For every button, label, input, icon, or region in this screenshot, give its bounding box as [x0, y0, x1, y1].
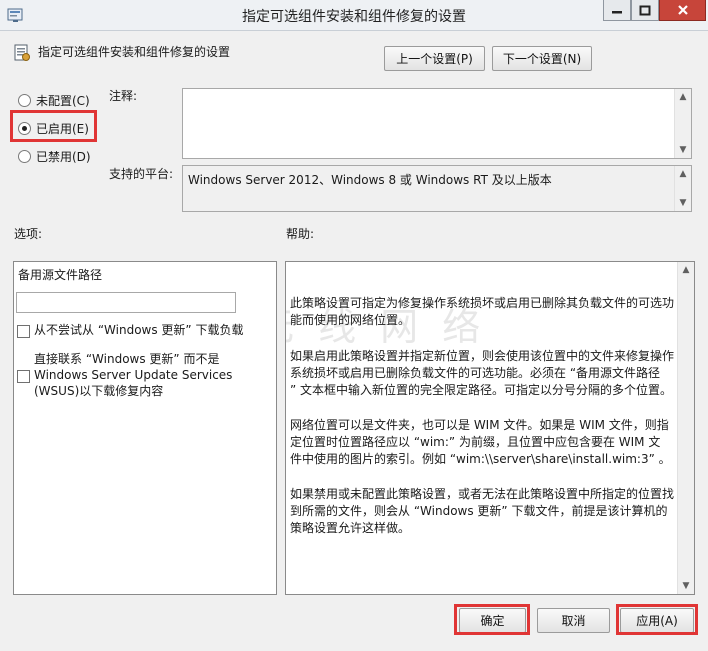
maximize-button[interactable] [631, 0, 659, 21]
radio-disabled[interactable]: 已禁用(D) [18, 148, 91, 165]
help-line: 网络位置可以是文件夹，也可以是 WIM 文件。如果是 WIM 文件，则指 [290, 418, 669, 432]
scroll-up-icon[interactable]: ▲ [675, 89, 691, 105]
radio-not-configured[interactable]: 未配置(C) [18, 92, 90, 109]
help-paragraph-1: 此策略设置可指定为修复操作系统损坏或启用已删除其负载文件的可选功 能而使用的网络… [290, 295, 675, 329]
scroll-down-icon[interactable]: ▼ [675, 142, 691, 158]
alternate-path-label: 备用源文件路径 [18, 268, 103, 282]
scroll-down-icon[interactable]: ▼ [678, 578, 694, 594]
cancel-button[interactable]: 取消 [537, 608, 610, 633]
minimize-icon [612, 11, 622, 14]
contact-wu-checkbox[interactable] [17, 370, 30, 383]
radio-label: 已禁用(D) [36, 150, 91, 164]
scroll-up-icon[interactable]: ▲ [675, 166, 691, 182]
comment-scrollbar[interactable]: ▲ ▼ [674, 89, 691, 158]
help-line: 定位置时位置路径应以 “wim:” 为前缀，且位置中应包含要在 WIM 文 [290, 435, 661, 449]
options-panel: 备用源文件路径 从不尝试从 “Windows 更新” 下载负载 直接联系 “Wi… [13, 261, 277, 595]
help-line: 此策略设置可指定为修复操作系统损坏或启用已删除其负载文件的可选功 [290, 296, 675, 310]
help-line: ” 文本框中输入新位置的完全限定路径。可指定以分号分隔的多个位置。 [290, 383, 673, 397]
help-paragraph-4: 如果禁用或未配置此策略设置，或者无法在此策略设置中所指定的位置找 到所需的文件，… [290, 486, 675, 537]
close-button[interactable] [659, 0, 706, 21]
scroll-down-icon[interactable]: ▼ [675, 195, 691, 211]
enabled-highlight-box [10, 110, 97, 142]
help-scrollbar[interactable]: ▲ ▼ [677, 262, 694, 594]
setting-icon [14, 44, 30, 61]
minimize-button[interactable] [603, 0, 631, 21]
radio-label: 未配置(C) [36, 94, 90, 108]
next-setting-button[interactable]: 下一个设置(N) [492, 46, 592, 71]
platform-label: 支持的平台: [109, 167, 174, 181]
help-line: 如果禁用或未配置此策略设置，或者无法在此策略设置中所指定的位置找 [290, 487, 675, 501]
contact-wu-label-line3: (WSUS)以下载修复内容 [34, 384, 164, 398]
platform-field: Windows Server 2012、Windows 8 或 Windows … [182, 165, 692, 212]
contact-wu-label-line2: Windows Server Update Services [34, 368, 233, 382]
platform-value: Windows Server 2012、Windows 8 或 Windows … [188, 173, 552, 187]
radio-button[interactable] [18, 94, 31, 107]
help-paragraph-3: 网络位置可以是文件夹，也可以是 WIM 文件。如果是 WIM 文件，则指 定位置… [290, 417, 675, 468]
never-download-checkbox[interactable] [17, 325, 30, 338]
ok-highlight-box [454, 604, 530, 635]
comment-label: 注释: [109, 89, 138, 103]
radio-button[interactable] [18, 150, 31, 163]
setting-name: 指定可选组件安装和组件修复的设置 [38, 45, 231, 59]
maximize-icon [639, 5, 651, 15]
help-panel: 无 线 网 络 此策略设置可指定为修复操作系统损坏或启用已删除其负载文件的可选功… [285, 261, 695, 595]
platform-scrollbar[interactable]: ▲ ▼ [674, 166, 691, 211]
alternate-path-input[interactable] [16, 292, 236, 313]
help-line: 策略设置允许这样做。 [290, 521, 411, 535]
help-line: 到所需的文件，则会从 “Windows 更新” 下载文件，前提是该计算机的 [290, 504, 668, 518]
scroll-up-icon[interactable]: ▲ [678, 262, 694, 278]
help-line: 系统损坏或启用已删除负载文件的可选功能。必须在 “备用源文件路径 [290, 366, 661, 380]
contact-wu-label-line1: 直接联系 “Windows 更新” 而不是 [34, 352, 220, 366]
help-paragraph-2: 如果启用此策略设置并指定新位置，则会使用该位置中的文件来修复操作 系统损坏或启用… [290, 348, 675, 399]
help-title: 帮助: [286, 227, 315, 241]
help-line: 如果启用此策略设置并指定新位置，则会使用该位置中的文件来修复操作 [290, 349, 675, 363]
title-bar: 指定可选组件安装和组件修复的设置 [0, 0, 708, 31]
options-title: 选项: [14, 227, 43, 241]
previous-setting-button[interactable]: 上一个设置(P) [384, 46, 485, 71]
help-line: 件中使用的图片的索引。例如 “wim:\\server\share\instal… [290, 452, 671, 466]
apply-highlight-box [616, 604, 698, 635]
close-icon [677, 5, 688, 15]
comment-textarea[interactable]: ▲ ▼ [182, 88, 692, 159]
never-download-label: 从不尝试从 “Windows 更新” 下载负载 [34, 323, 244, 337]
window-title: 指定可选组件安装和组件修复的设置 [242, 9, 466, 25]
help-line: 能而使用的网络位置。 [290, 313, 411, 327]
